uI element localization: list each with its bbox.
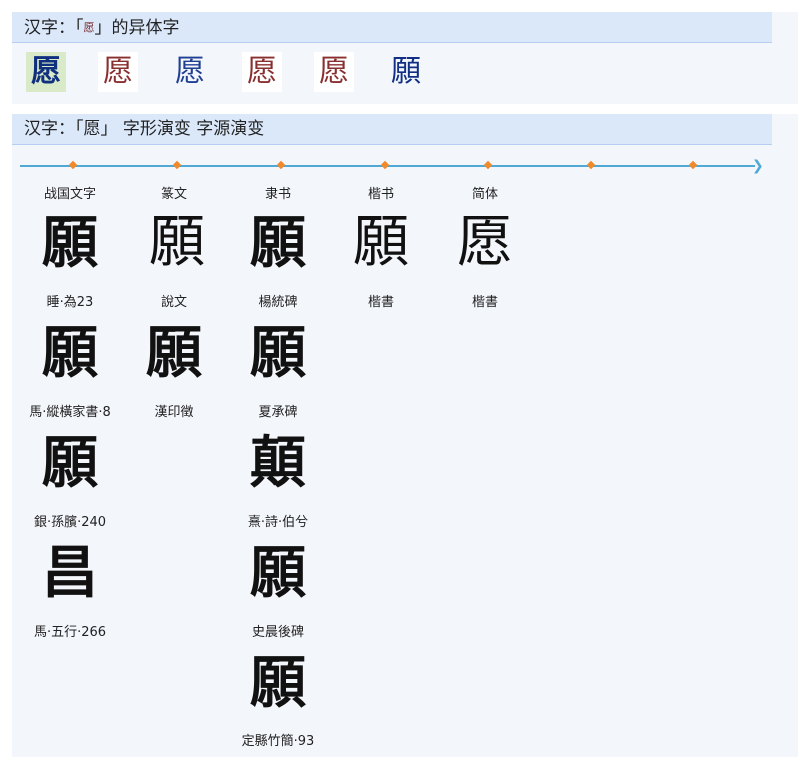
glyph-form: 願 [250,320,306,386]
glyph-form: 願 [149,210,205,275]
glyph-caption: 定縣竹簡·93 [241,734,315,749]
variants-title-char: 愿 [83,21,95,34]
glyph-form: 願 [42,430,98,496]
glyph-caption: 熹·詩·伯兮 [247,515,309,530]
timeline: ❯ [20,158,768,176]
era-label: 战国文字 [43,187,96,202]
era-label: 楷书 [367,187,394,202]
timeline-marker [380,160,390,170]
glyph-form: 願 [250,650,306,716]
glyph-caption: 說文 [160,295,187,310]
glyph-form: 昌 [42,540,98,606]
variant-glyph-selected[interactable]: 愿 [26,52,66,92]
glyph-caption: 馬·五行·266 [33,625,107,640]
glyph-caption: 楷書 [367,295,394,310]
timeline-marker [172,160,182,170]
glyph-form: 顛 [250,430,306,496]
timeline-arrow-icon: ❯ [752,158,764,174]
timeline-marker [688,160,698,170]
timeline-marker [276,160,286,170]
era-label: 隶书 [264,187,291,202]
glyph-caption: 漢印徵 [154,405,194,420]
glyph-caption: 睡·為23 [46,295,94,310]
glyph-form: 愿 [457,210,513,275]
era-label: 篆文 [160,187,187,202]
glyph-caption: 楷書 [471,295,498,310]
variant-glyph[interactable]: 愿 [242,52,282,92]
glyph-form: 願 [146,320,202,386]
variant-glyph[interactable]: 願 [386,52,426,92]
variants-header: 汉字：「愿」的异体字 [12,12,772,43]
variant-glyph[interactable]: 愿 [170,52,210,92]
timeline-marker [586,160,596,170]
glyph-form: 願 [42,320,98,386]
variant-glyph[interactable]: 愿 [98,52,138,92]
glyph-caption: 馬·縱橫家書·8 [29,405,111,420]
glyph-caption: 銀·孫臏·240 [33,515,107,530]
era-label: 简体 [471,187,498,202]
glyph-caption: 楊統碑 [258,295,298,310]
evolution-panel: 汉字：「愿」 字形演变 字源演变 ❯ 战国文字 篆文 隶书 楷书 简体 願 睡·… [12,114,798,757]
glyph-form: 願 [250,210,306,276]
glyph-form: 願 [250,540,306,606]
glyph-form: 願 [353,210,409,275]
glyph-caption: 夏承碑 [258,405,298,420]
variants-title-suffix: 」的异体字 [94,18,180,38]
variants-title-prefix: 汉字：「 [24,18,84,38]
timeline-marker [68,160,78,170]
evolution-header: 汉字：「愿」 字形演变 字源演变 [12,114,772,145]
glyph-form: 願 [42,210,98,276]
variant-glyph[interactable]: 愿 [314,52,354,92]
glyph-caption: 史晨後碑 [251,625,304,640]
timeline-marker [483,160,493,170]
variants-panel: 汉字：「愿」的异体字 愿 愿 愿 愿 愿 願 [12,12,798,104]
